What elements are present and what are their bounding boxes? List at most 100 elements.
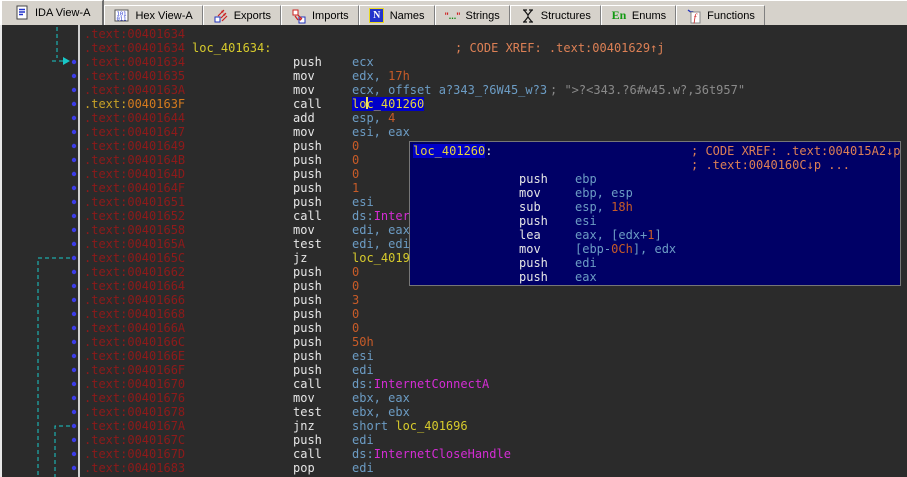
operands[interactable]: ecx, offset a?343_?6W45_w?3	[352, 83, 547, 97]
tab-exports[interactable]: Exports	[203, 5, 281, 25]
mnemonic[interactable]: push	[293, 181, 322, 195]
mnemonic[interactable]: jnz	[293, 419, 315, 433]
mnemonic[interactable]: push	[293, 307, 322, 321]
operands[interactable]: edi	[352, 433, 374, 447]
mnemonic[interactable]: push	[293, 167, 322, 181]
operands[interactable]: 3	[352, 293, 359, 307]
asm-token: esi	[575, 214, 597, 228]
asm-line[interactable]: .text:00401666push3	[0, 293, 907, 307]
asm-token[interactable]: loc_401696	[395, 419, 467, 433]
operands[interactable]: ecx	[352, 55, 374, 69]
asm-line[interactable]: .text:0040166Cpush50h	[0, 335, 907, 349]
operands[interactable]: edi	[352, 363, 374, 377]
mnemonic[interactable]: push	[293, 279, 322, 293]
mnemonic[interactable]: test	[293, 237, 322, 251]
operands[interactable]: 0	[352, 321, 359, 335]
tab-hex-view-a[interactable]: 101011Hex View-A	[104, 5, 202, 25]
mnemonic[interactable]: push	[293, 55, 322, 69]
mnemonic[interactable]: mov	[293, 223, 315, 237]
mnemonic[interactable]: call	[293, 97, 322, 111]
operands[interactable]: esi	[352, 195, 374, 209]
asm-token: 4	[388, 111, 395, 125]
asm-line[interactable]: .text:00401644addesp, 4	[0, 111, 907, 125]
operands[interactable]: 0	[352, 265, 359, 279]
disassembly-view[interactable]: .text:00401634.text:00401634loc_401634:;…	[0, 25, 907, 477]
operands[interactable]: edi, eax	[352, 223, 410, 237]
asm-token[interactable]: InternetConnectA	[374, 377, 490, 391]
asm-token[interactable]: InternetCloseHandle	[374, 447, 511, 461]
tab-functions[interactable]: fFunctions	[676, 5, 765, 25]
operands[interactable]: short loc_401696	[352, 419, 468, 433]
operands[interactable]: 0	[352, 153, 359, 167]
tab-structures[interactable]: Structures	[510, 5, 601, 25]
asm-line[interactable]: .text:00401634	[0, 27, 907, 41]
mnemonic[interactable]: push	[293, 363, 322, 377]
mnemonic[interactable]: push	[293, 293, 322, 307]
operands[interactable]: loc_401260	[352, 97, 424, 111]
mnemonic[interactable]: mov	[293, 391, 315, 405]
operands[interactable]: 1	[352, 181, 359, 195]
asm-line[interactable]: .text:0040166Fpushedi	[0, 363, 907, 377]
asm-line[interactable]: .text:00401634pushecx	[0, 55, 907, 69]
svg-text:011: 011	[117, 16, 127, 22]
operands[interactable]: 0	[352, 139, 359, 153]
operands[interactable]: 0	[352, 279, 359, 293]
code-label[interactable]: loc_401634:	[192, 41, 271, 55]
tab-strings[interactable]: "..."Strings	[435, 5, 510, 25]
operands[interactable]: edx, 17h	[352, 69, 410, 83]
mnemonic[interactable]: jz	[293, 251, 307, 265]
operands[interactable]: ds:InternetCloseHandle	[352, 447, 511, 461]
asm-token[interactable]: loc_401634:	[192, 41, 271, 55]
asm-line[interactable]: .text:0040163Amovecx, offset a?343_?6W45…	[0, 83, 907, 97]
asm-line[interactable]: .text:00401634loc_401634:; CODE XREF: .t…	[0, 41, 907, 55]
operands[interactable]: 0	[352, 167, 359, 181]
operands[interactable]: 0	[352, 307, 359, 321]
mnemonic[interactable]: push	[293, 139, 322, 153]
mnemonic[interactable]: call	[293, 447, 322, 461]
operands[interactable]: esi	[352, 349, 374, 363]
tab-enums[interactable]: EnEnums	[601, 5, 676, 25]
asm-line[interactable]: .text:0040167Cpushedi	[0, 433, 907, 447]
mnemonic[interactable]: call	[293, 209, 322, 223]
asm-line[interactable]: .text:00401647movesi, eax	[0, 125, 907, 139]
operands[interactable]: esp, 4	[352, 111, 395, 125]
operands[interactable]: edi, edi	[352, 237, 410, 251]
mnemonic: mov	[519, 186, 541, 200]
operands[interactable]: ds:InternetConnectA	[352, 377, 489, 391]
asm-line[interactable]: .text:0040167Dcallds:InternetCloseHandle	[0, 447, 907, 461]
mnemonic[interactable]: mov	[293, 125, 315, 139]
mnemonic[interactable]: add	[293, 111, 315, 125]
mnemonic[interactable]: push	[293, 153, 322, 167]
asm-line[interactable]: .text:00401635movedx, 17h	[0, 69, 907, 83]
operands[interactable]: edi	[352, 461, 374, 475]
mnemonic[interactable]: mov	[293, 69, 315, 83]
mnemonic[interactable]: pop	[293, 461, 315, 475]
mnemonic[interactable]: push	[293, 195, 322, 209]
operands[interactable]: esi, eax	[352, 125, 410, 139]
tab-ida-view-a[interactable]: IDA View-A	[0, 0, 104, 25]
asm-line[interactable]: .text:00401683popedi	[0, 461, 907, 475]
mnemonic[interactable]: call	[293, 377, 322, 391]
asm-line[interactable]: .text:00401676movebx, eax	[0, 391, 907, 405]
asm-line[interactable]: .text:00401678testebx, ebx	[0, 405, 907, 419]
mnemonic[interactable]: push	[293, 265, 322, 279]
asm-line[interactable]: .text:00401670callds:InternetConnectA	[0, 377, 907, 391]
mnemonic[interactable]: test	[293, 405, 322, 419]
mnemonic[interactable]: mov	[293, 83, 315, 97]
asm-line[interactable]: .text:0040167Ajnzshort loc_401696	[0, 419, 907, 433]
asm-line[interactable]: .text:0040166Epushesi	[0, 349, 907, 363]
mnemonic[interactable]: push	[293, 335, 322, 349]
asm-line[interactable]: .text:0040163Fcallloc_401260	[0, 97, 907, 111]
asm-line[interactable]: .text:00401668push0	[0, 307, 907, 321]
operands[interactable]: ebx, eax	[352, 391, 410, 405]
operands[interactable]: 50h	[352, 335, 374, 349]
operands[interactable]: ebx, ebx	[352, 405, 410, 419]
tab-imports[interactable]: Imports	[281, 5, 359, 25]
mnemonic[interactable]: push	[293, 349, 322, 363]
mnemonic[interactable]: push	[293, 433, 322, 447]
asm-token[interactable]: loc_401260	[352, 97, 424, 111]
asm-token[interactable]: loc_401260	[413, 144, 485, 158]
tab-names[interactable]: NNames	[359, 5, 435, 25]
asm-line[interactable]: .text:0040166Apush0	[0, 321, 907, 335]
mnemonic[interactable]: push	[293, 321, 322, 335]
